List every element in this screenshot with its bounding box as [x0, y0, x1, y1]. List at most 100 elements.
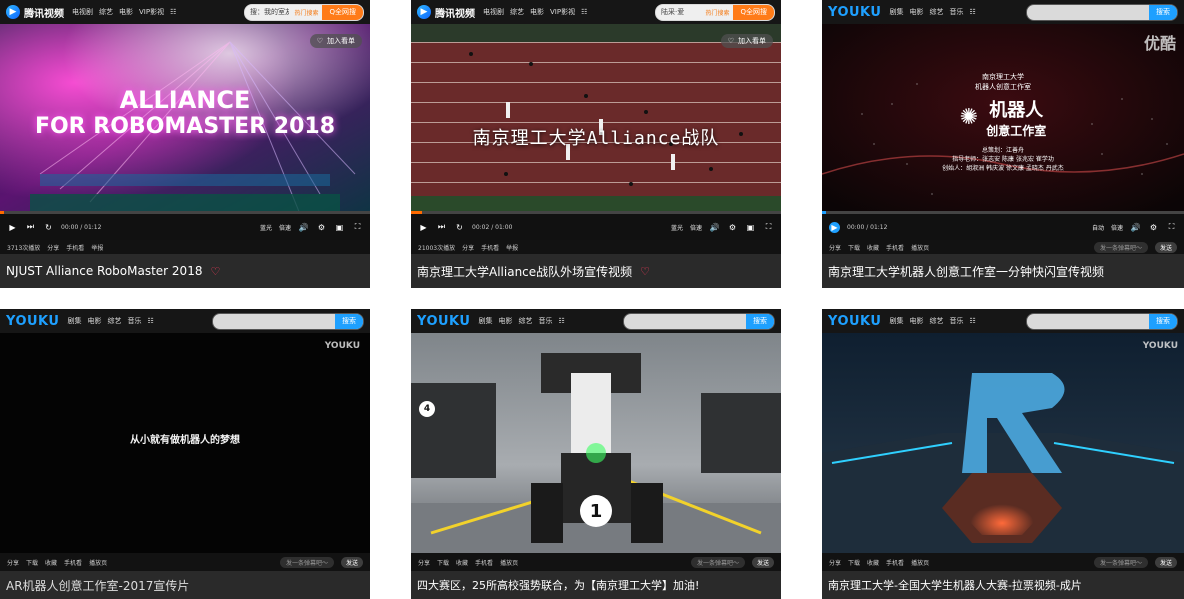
nav-item[interactable]: 音乐: [538, 316, 552, 326]
video-tile-3[interactable]: YOUKU 剧集 电影 综艺 音乐 ☷ 搜索 优酷 南京理工大学 机器人创意工作…: [822, 0, 1184, 288]
meta-item[interactable]: 举报: [91, 243, 103, 252]
nav-item[interactable]: 电影: [530, 7, 544, 17]
next-icon[interactable]: ⏭: [436, 222, 447, 233]
search-button[interactable]: 搜索: [1149, 313, 1177, 329]
nav-item[interactable]: 电影: [498, 316, 512, 326]
search-bar[interactable]: 搜索: [1026, 3, 1178, 21]
youku-logo[interactable]: YOUKU: [6, 314, 59, 329]
meta-item[interactable]: 收藏: [867, 558, 879, 567]
fullscreen-icon[interactable]: ⛶: [352, 222, 363, 233]
nav-item[interactable]: 剧集: [889, 316, 903, 326]
nav-item[interactable]: 综艺: [518, 316, 532, 326]
quality-button[interactable]: 自动: [1092, 223, 1104, 232]
search-bar[interactable]: 搜索: [623, 312, 775, 330]
meta-item[interactable]: 分享: [462, 243, 474, 252]
pip-icon[interactable]: ▣: [745, 222, 756, 233]
meta-item[interactable]: 播放页: [911, 558, 929, 567]
meta-item[interactable]: 收藏: [45, 558, 57, 567]
search-button[interactable]: 搜索: [1149, 4, 1177, 20]
play-icon[interactable]: ▶: [418, 222, 429, 233]
video-tile-1[interactable]: ▶ 腾讯视频 电视剧 综艺 电影 VIP影视 ☷ 热门搜索 Q全网搜: [0, 0, 370, 288]
tencent-logo[interactable]: ▶ 腾讯视频: [6, 5, 64, 20]
search-bar[interactable]: 热门搜索 Q全网搜: [244, 3, 364, 21]
meta-item[interactable]: 分享: [47, 243, 59, 252]
nav-item[interactable]: 音乐: [127, 316, 141, 326]
meta-item[interactable]: 手机看: [475, 558, 493, 567]
meta-item[interactable]: 下载: [848, 243, 860, 252]
nav-item[interactable]: 剧集: [67, 316, 81, 326]
nav-item[interactable]: 综艺: [510, 7, 524, 17]
send-button[interactable]: 发送: [340, 556, 363, 568]
meta-item[interactable]: 分享: [418, 558, 430, 567]
danmu-input[interactable]: 发一条弹幕吧～: [1093, 241, 1148, 253]
speed-button[interactable]: 倍速: [279, 223, 291, 232]
search-input[interactable]: [624, 317, 746, 325]
speed-button[interactable]: 倍速: [1111, 223, 1123, 232]
danmu-input[interactable]: 发一条弹幕吧～: [279, 556, 334, 568]
grid-icon[interactable]: ☷: [581, 8, 587, 16]
grid-icon[interactable]: ☷: [558, 317, 564, 325]
search-bar[interactable]: 热门搜索 Q全网搜: [655, 3, 775, 21]
nav-item[interactable]: 电影: [119, 7, 133, 17]
fullscreen-icon[interactable]: ⛶: [763, 222, 774, 233]
tencent-logo[interactable]: ▶ 腾讯视频: [417, 5, 475, 20]
nav-item[interactable]: 电影: [87, 316, 101, 326]
meta-item[interactable]: 收藏: [867, 243, 879, 252]
video-caption[interactable]: 四大赛区，25所高校强势联合，为【南京理工大学】加油!: [411, 571, 781, 599]
meta-item[interactable]: 举报: [506, 243, 518, 252]
grid-icon[interactable]: ☷: [170, 8, 176, 16]
meta-item[interactable]: 手机看: [481, 243, 499, 252]
youku-logo[interactable]: YOUKU: [828, 5, 881, 20]
video-tile-4[interactable]: YOUKU 剧集 电影 综艺 音乐 ☷ 搜索 YOUKU 从小就有做机器人的梦想…: [0, 309, 370, 599]
meta-item[interactable]: 手机看: [64, 558, 82, 567]
meta-item[interactable]: 下载: [848, 558, 860, 567]
send-button[interactable]: 发送: [751, 556, 774, 568]
search-input[interactable]: [213, 317, 335, 325]
nav-item[interactable]: VIP影视: [139, 7, 164, 17]
loop-icon[interactable]: ↻: [454, 222, 465, 233]
pip-icon[interactable]: ▣: [334, 222, 345, 233]
settings-icon[interactable]: ⚙: [1148, 222, 1159, 233]
next-icon[interactable]: ⏭: [25, 222, 36, 233]
video-caption[interactable]: 南京理工大学机器人创意工作室一分钟快闪宣传视频: [822, 254, 1184, 288]
meta-item[interactable]: 收藏: [456, 558, 468, 567]
meta-item[interactable]: 播放页: [500, 558, 518, 567]
video-caption[interactable]: NJUST Alliance RoboMaster 2018 ♡: [0, 254, 370, 288]
nav-item[interactable]: VIP影视: [550, 7, 575, 17]
loop-icon[interactable]: ↻: [43, 222, 54, 233]
video-player[interactable]: YOUKU 从小就有做机器人的梦想: [0, 333, 370, 553]
settings-icon[interactable]: ⚙: [727, 222, 738, 233]
nav-item[interactable]: 音乐: [949, 7, 963, 17]
send-button[interactable]: 发送: [1154, 556, 1177, 568]
video-player[interactable]: 1 4: [411, 333, 781, 553]
search-button[interactable]: Q全网搜: [733, 4, 774, 20]
youku-logo[interactable]: YOUKU: [828, 314, 881, 329]
search-input[interactable]: [245, 8, 295, 16]
nav-item[interactable]: 电视剧: [483, 7, 504, 17]
video-caption[interactable]: 南京理工大学Alliance战队外场宣传视频 ♡: [411, 254, 781, 288]
video-caption[interactable]: AR机器人创意工作室-2017宣传片: [0, 571, 370, 599]
play-icon[interactable]: ▶: [7, 222, 18, 233]
video-player[interactable]: ALLIANCE FOR ROBOMASTER 2018 ♡ 加入看单: [0, 24, 370, 220]
add-to-list-button[interactable]: ♡ 加入看单: [720, 34, 773, 48]
quality-button[interactable]: 蓝光: [671, 223, 683, 232]
meta-item[interactable]: 分享: [829, 243, 841, 252]
video-tile-6[interactable]: YOUKU 剧集 电影 综艺 音乐 ☷ 搜索 YOUKU 分享 下载 收藏 手机…: [822, 309, 1184, 599]
meta-item[interactable]: 手机看: [886, 243, 904, 252]
video-player[interactable]: 南京理工大学Alliance战队 ♡ 加入看单: [411, 24, 781, 220]
search-input[interactable]: [656, 8, 706, 16]
search-input[interactable]: [1027, 317, 1149, 325]
meta-item[interactable]: 手机看: [886, 558, 904, 567]
meta-item[interactable]: 下载: [437, 558, 449, 567]
heart-icon[interactable]: ♡: [640, 265, 650, 278]
play-icon[interactable]: ▶: [829, 221, 840, 233]
speed-button[interactable]: 倍速: [690, 223, 702, 232]
grid-icon[interactable]: ☷: [969, 317, 975, 325]
grid-icon[interactable]: ☷: [147, 317, 153, 325]
video-caption[interactable]: 南京理工大学-全国大学生机器人大赛-拉票视频-成片: [822, 571, 1184, 599]
meta-item[interactable]: 手机看: [66, 243, 84, 252]
meta-item[interactable]: 分享: [829, 558, 841, 567]
heart-icon[interactable]: ♡: [210, 265, 220, 278]
meta-item[interactable]: 播放页: [89, 558, 107, 567]
search-button[interactable]: 搜索: [746, 313, 774, 329]
